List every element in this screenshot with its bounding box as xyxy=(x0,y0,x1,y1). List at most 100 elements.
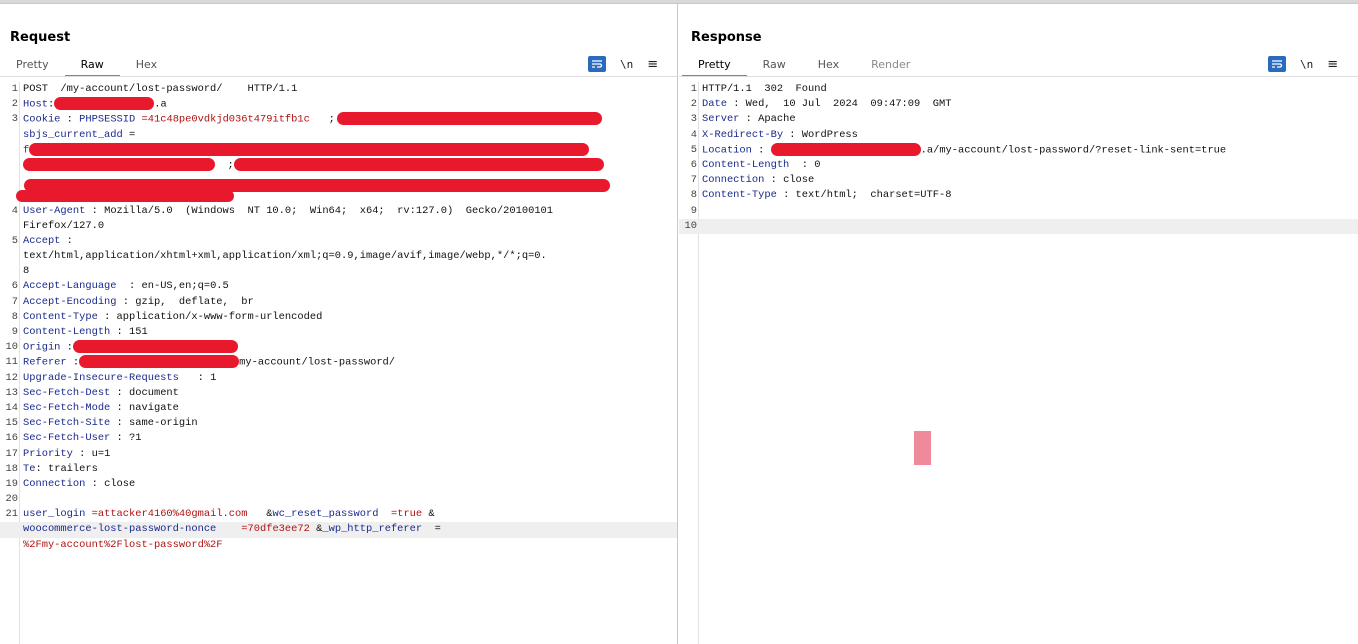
response-tabs: Pretty Raw Hex Render xyxy=(682,53,926,77)
code-line: f xyxy=(0,142,677,158)
request-tools: \n ≡ xyxy=(588,56,658,72)
tab-pretty[interactable]: Pretty xyxy=(0,53,65,77)
code-line: 8 Content-Type : text/html; charset=UTF-8 xyxy=(679,188,1358,203)
code-line: 8 xyxy=(23,265,30,278)
code-line: 10 Origin : xyxy=(0,340,677,355)
line-number: 8 xyxy=(11,310,18,323)
code-line: 1 HTTP/1.1 302 Found xyxy=(679,82,1358,97)
request-code: 1 POST /my-account/lost-password/ HTTP/1.… xyxy=(0,82,677,553)
line-number: 12 xyxy=(5,371,18,384)
tabs-divider xyxy=(679,76,1358,77)
line-number: 9 xyxy=(11,326,18,338)
line-number: 9 xyxy=(690,204,697,217)
code-line: 2 Date : Wed, 10 Jul 2024 09:47:09 GMT xyxy=(679,97,1358,112)
code-line: 10 xyxy=(679,218,1358,234)
code-line: 9 Content-Length : 151 xyxy=(0,325,677,340)
redaction xyxy=(770,142,921,156)
code-line: 13 Sec-Fetch-Dest : document xyxy=(0,386,677,401)
code-line: 12 Upgrade-Insecure-Requests : 1 xyxy=(0,371,677,386)
menu-icon[interactable]: ≡ xyxy=(647,58,658,71)
code-line: 5 Location : .a/my-account/lost-password/… xyxy=(679,142,1358,158)
code-line: 3 Cookie : PHPSESSID =41c48pe0vdkjd036t47… xyxy=(0,112,677,127)
tab-hex[interactable]: Hex xyxy=(120,53,173,77)
code-line: sbjs_current_add = xyxy=(23,128,136,141)
code-line: 21 user_login =attacker4160%40gmail.com &… xyxy=(0,507,677,522)
code-line: 4 User-Agent : Mozilla/5.0 (Windows NT 10… xyxy=(0,204,677,219)
tabs-divider xyxy=(0,76,677,77)
line-number: 6 xyxy=(11,280,18,293)
code-line: 15 Sec-Fetch-Site : same-origin xyxy=(0,416,677,431)
line-number: 17 xyxy=(5,447,18,460)
line-number: 19 xyxy=(5,477,18,490)
line-number: 21 xyxy=(5,508,18,521)
response-title: Response xyxy=(691,30,762,45)
cursor-marker xyxy=(914,431,931,465)
line-number: 2 xyxy=(11,98,18,111)
line-number: 16 xyxy=(5,432,18,445)
line-number: 1 xyxy=(11,83,18,95)
word-wrap-icon[interactable] xyxy=(1268,56,1286,72)
line-number: 4 xyxy=(690,128,697,141)
code-line: 2 Host: .a xyxy=(0,97,677,112)
redaction xyxy=(336,112,602,126)
code-line: 11 Referer : my-account/lost-password/ xyxy=(0,355,677,370)
line-number: 15 xyxy=(5,417,18,430)
line-number: 6 xyxy=(690,158,697,171)
line-number: 11 xyxy=(5,356,18,369)
code-line: 19 Connection : close xyxy=(0,477,677,492)
code-line: Firefox/127.0 xyxy=(23,219,105,232)
redaction xyxy=(233,157,604,171)
code-line: 9 xyxy=(679,204,1358,219)
line-number: 14 xyxy=(5,401,18,414)
code-line: 16 Sec-Fetch-User : ?1 xyxy=(0,431,677,446)
response-pane: Response Pretty Raw Hex Render \n ≡ 1 HTT… xyxy=(679,4,1358,644)
code-line: 1 POST /my-account/lost-password/ HTTP/1.… xyxy=(0,82,677,97)
line-number: 10 xyxy=(684,219,697,232)
line-number: 10 xyxy=(5,341,18,354)
code-line: text/html,application/xhtml+xml,applicat… xyxy=(23,250,547,263)
code-line: 14 Sec-Fetch-Mode : navigate xyxy=(0,401,677,416)
newline-toggle-button[interactable]: \n xyxy=(620,58,633,71)
line-number: 1 xyxy=(690,83,697,95)
request-title: Request xyxy=(10,30,71,45)
code-line: 20 xyxy=(0,492,677,507)
code-line: 17 Priority : u=1 xyxy=(0,447,677,462)
newline-toggle-button[interactable]: \n xyxy=(1300,58,1313,71)
word-wrap-icon[interactable] xyxy=(588,56,606,72)
code-line: 7 Accept-Encoding : gzip, deflate, br xyxy=(0,295,677,310)
tab-render[interactable]: Render xyxy=(855,53,926,77)
line-number: 8 xyxy=(690,189,697,202)
code-line: 5 Accept : xyxy=(0,234,677,249)
request-pane: Request Pretty Raw Hex \n ≡ 1 POST /my-ac… xyxy=(0,4,678,644)
line-number: 7 xyxy=(690,174,697,187)
tab-hex[interactable]: Hex xyxy=(802,53,855,77)
line-number: 18 xyxy=(5,462,18,475)
tab-pretty[interactable]: Pretty xyxy=(682,53,747,77)
tab-raw[interactable]: Raw xyxy=(64,53,120,77)
line-number: 3 xyxy=(11,113,18,126)
code-line: 4 X-Redirect-By : WordPress xyxy=(679,128,1358,143)
line-number: 13 xyxy=(5,386,18,399)
response-editor[interactable]: 1 HTTP/1.1 302 Found 2 Date : Wed, 10 Jul … xyxy=(679,82,1358,644)
request-tabs: Pretty Raw Hex xyxy=(0,53,173,77)
code-line: ; xyxy=(0,157,677,173)
code-line: 8 Content-Type : application/x-www-form-u… xyxy=(0,310,677,325)
redaction xyxy=(29,142,590,156)
line-number: 5 xyxy=(11,234,18,247)
response-code: 1 HTTP/1.1 302 Found 2 Date : Wed, 10 Jul … xyxy=(679,82,1358,234)
line-number: 3 xyxy=(690,113,697,126)
response-tools: \n ≡ xyxy=(1268,56,1338,72)
request-editor[interactable]: 1 POST /my-account/lost-password/ HTTP/1.… xyxy=(0,82,677,644)
menu-icon[interactable]: ≡ xyxy=(1327,58,1338,71)
tab-raw[interactable]: Raw xyxy=(747,53,802,77)
code-line: 6 Accept-Language : en-US,en;q=0.5 xyxy=(0,279,677,294)
redaction xyxy=(79,355,240,369)
code-line: %2Fmy-account%2Flost-password%2F xyxy=(23,538,223,551)
redaction xyxy=(23,157,215,171)
code-line: woocommerce-lost-password-nonce =70dfe3e… xyxy=(0,522,677,538)
code-line: 7 Connection : close xyxy=(679,173,1358,188)
code-line: 18 Te: trailers xyxy=(0,462,677,477)
line-number: 7 xyxy=(11,295,18,308)
line-number: 4 xyxy=(11,204,18,217)
redaction xyxy=(16,190,234,202)
